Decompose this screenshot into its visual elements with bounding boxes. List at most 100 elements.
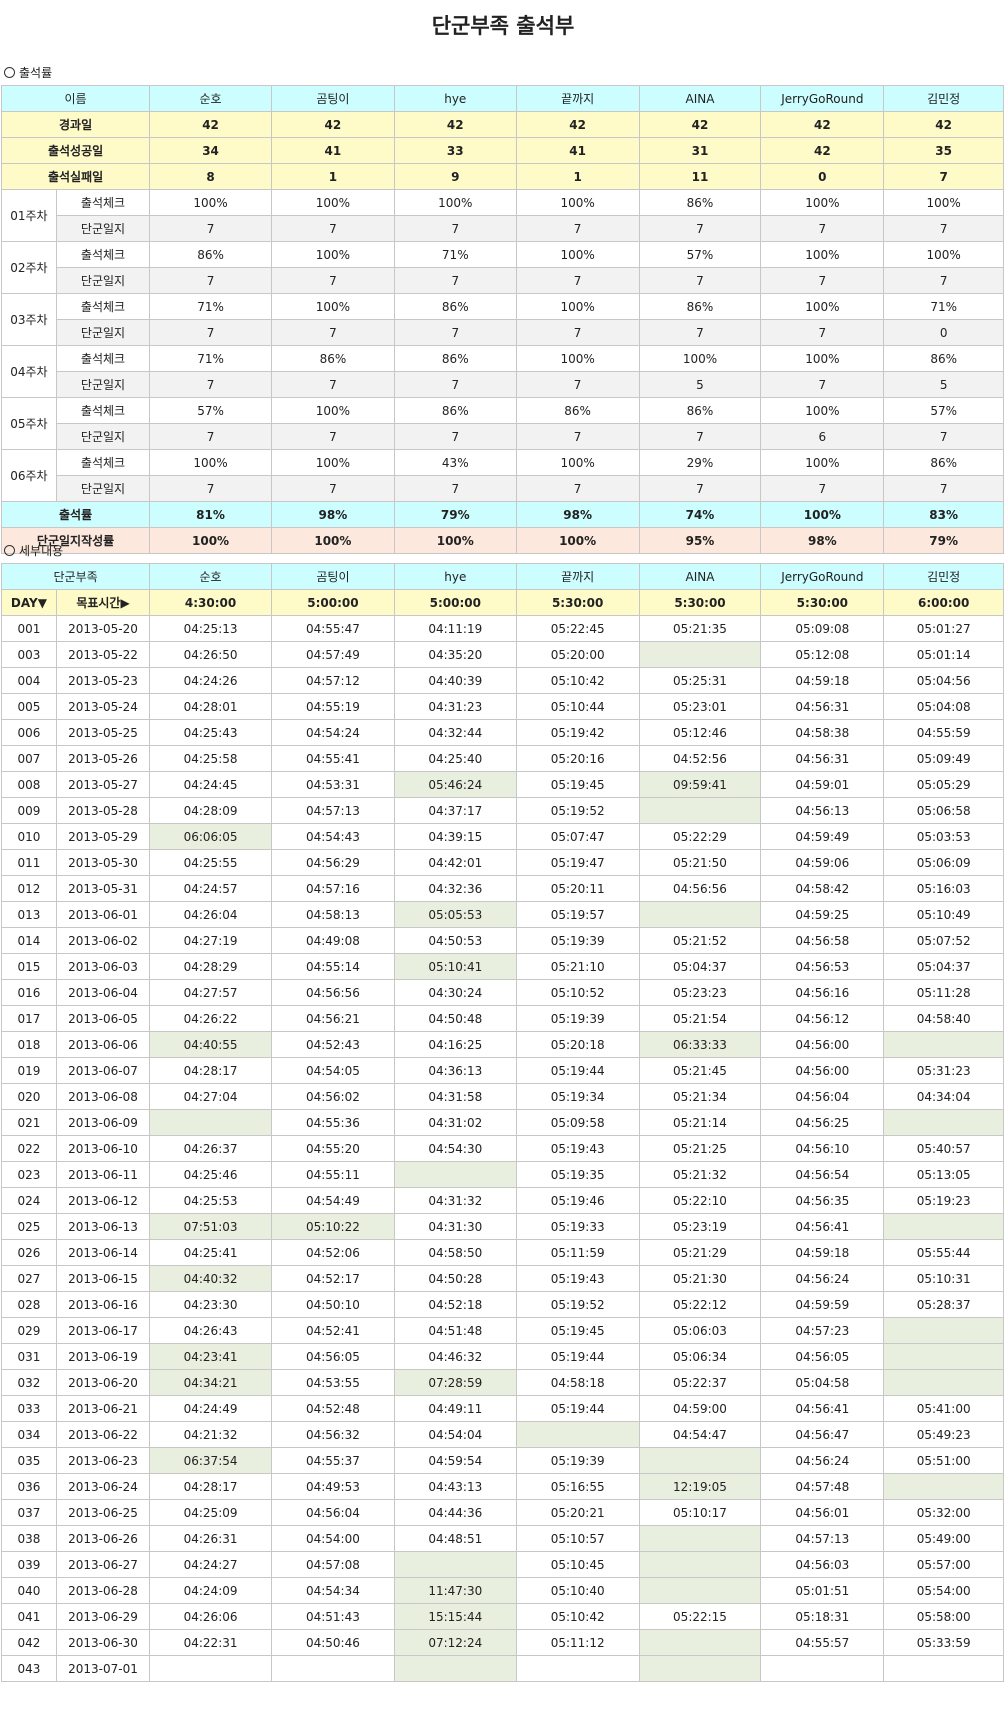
wake-time-cell: 05:21:30 xyxy=(638,1265,762,1292)
day-row: 032 2013-06-20 04:34:21 04:53:55 07:28:59 04:… xyxy=(1,1369,1004,1396)
wake-time-cell: 04:54:00 xyxy=(270,1525,395,1552)
wake-time-cell: 05:06:09 xyxy=(883,849,1004,876)
wake-time-cell: 06:37:54 xyxy=(149,1447,272,1474)
journal-value-cell: 7 xyxy=(393,475,517,502)
wake-time-cell: 04:28:09 xyxy=(149,797,272,824)
wake-time-cell: 05:21:52 xyxy=(638,927,762,954)
day-number-cell: 020 xyxy=(1,1083,57,1110)
wake-time-cell xyxy=(638,1447,762,1474)
row-label-cell: 경과일 xyxy=(0,111,151,138)
check-value-cell: 100% xyxy=(270,449,395,476)
date-cell: 2013-06-30 xyxy=(55,1629,151,1656)
wake-time-cell: 04:34:04 xyxy=(883,1083,1004,1110)
check-label-cell: 출석체크 xyxy=(55,397,151,424)
wake-time-cell: 04:59:18 xyxy=(760,667,885,694)
attendance-rate-row: 출석률 81% 98% 79% 98% 74% 100% 83% xyxy=(0,501,1004,528)
date-cell: 2013-06-14 xyxy=(55,1239,151,1266)
day-row: 020 2013-06-08 04:27:04 04:56:02 04:31:58 05:… xyxy=(1,1083,1004,1110)
wake-time-cell: 04:50:10 xyxy=(270,1291,395,1318)
journal-value-cell: 7 xyxy=(149,475,272,502)
day-row: 021 2013-06-09 04:55:36 04:31:02 05:09:58 05:… xyxy=(1,1109,1004,1136)
week-check-row: 04주차 출석체크 71% 86% 86% 100% 100% 100% 86% xyxy=(1,345,1004,398)
wake-time-cell: 04:25:43 xyxy=(149,719,272,746)
wake-time-cell: 04:56:04 xyxy=(270,1499,395,1526)
check-value-cell: 100% xyxy=(149,189,272,216)
row-label-cell: 출석실패일 xyxy=(0,163,151,190)
wake-time-cell: 04:53:31 xyxy=(270,771,395,798)
date-cell: 2013-05-28 xyxy=(55,797,151,824)
wake-time-cell: 04:40:32 xyxy=(149,1265,272,1292)
date-cell: 2013-05-26 xyxy=(55,745,151,772)
member-name-cell: JerryGoRound xyxy=(760,563,885,590)
day-row: 008 2013-05-27 04:24:45 04:53:31 05:46:24 05:… xyxy=(1,771,1004,798)
day-row: 009 2013-05-28 04:28:09 04:57:13 04:37:17 05:… xyxy=(1,797,1004,824)
value-cell: 41 xyxy=(515,137,640,164)
wake-time-cell: 04:56:41 xyxy=(760,1395,885,1422)
check-value-cell: 86% xyxy=(638,397,762,424)
wake-time-cell: 04:54:49 xyxy=(270,1187,395,1214)
journal-label-cell: 단군일지 xyxy=(55,423,151,450)
date-cell: 2013-06-21 xyxy=(55,1395,151,1422)
value-cell: 11 xyxy=(638,163,762,190)
date-cell: 2013-06-13 xyxy=(55,1213,151,1240)
day-number-cell: 021 xyxy=(1,1109,57,1136)
wake-time-cell: 04:31:58 xyxy=(393,1083,517,1110)
day-number-cell: 018 xyxy=(1,1031,57,1058)
check-value-cell: 43% xyxy=(393,449,517,476)
journal-value-cell: 7 xyxy=(760,319,885,346)
day-row: 026 2013-06-14 04:25:41 04:52:06 04:58:50 05:… xyxy=(1,1239,1004,1266)
wake-time-cell: 04:56:47 xyxy=(760,1421,885,1448)
check-value-cell: 100% xyxy=(393,189,517,216)
wake-time-cell: 04:58:40 xyxy=(883,1005,1004,1032)
wake-time-cell: 05:19:34 xyxy=(515,1083,640,1110)
wake-time-cell: 05:05:29 xyxy=(883,771,1004,798)
wake-time-cell: 04:30:24 xyxy=(393,979,517,1006)
date-cell: 2013-05-31 xyxy=(55,875,151,902)
wake-time-cell: 05:20:16 xyxy=(515,745,640,772)
value-cell: 9 xyxy=(393,163,517,190)
date-cell: 2013-06-27 xyxy=(55,1551,151,1578)
wake-time-cell: 05:31:23 xyxy=(883,1057,1004,1084)
wake-time-cell: 05:10:17 xyxy=(638,1499,762,1526)
date-cell: 2013-06-29 xyxy=(55,1603,151,1630)
date-cell: 2013-05-22 xyxy=(55,641,151,668)
wake-time-cell: 11:47:30 xyxy=(393,1577,517,1604)
day-row: 015 2013-06-03 04:28:29 04:55:14 05:10:41 05:… xyxy=(1,953,1004,980)
wake-time-cell xyxy=(270,1655,395,1682)
section-detail-heading: 세부내용 xyxy=(4,542,63,560)
check-value-cell: 100% xyxy=(515,449,640,476)
wake-time-cell: 04:56:56 xyxy=(638,875,762,902)
journal-value-cell: 7 xyxy=(393,215,517,242)
wake-time-cell: 05:19:33 xyxy=(515,1213,640,1240)
wake-time-cell: 04:57:12 xyxy=(270,667,395,694)
date-cell: 2013-06-09 xyxy=(55,1109,151,1136)
date-cell: 2013-06-08 xyxy=(55,1083,151,1110)
wake-time-cell: 04:24:27 xyxy=(149,1551,272,1578)
wake-time-cell xyxy=(638,641,762,668)
date-cell: 2013-06-22 xyxy=(55,1421,151,1448)
wake-time-cell: 04:57:23 xyxy=(760,1317,885,1344)
day-row: 040 2013-06-28 04:24:09 04:54:34 11:47:30 05:… xyxy=(1,1577,1004,1604)
day-number-cell: 036 xyxy=(1,1473,57,1500)
wake-time-cell: 04:26:43 xyxy=(149,1317,272,1344)
journal-value-cell: 7 xyxy=(393,423,517,450)
journal-label-cell: 단군일지 xyxy=(55,475,151,502)
journal-value-cell: 7 xyxy=(515,215,640,242)
wake-time-cell: 04:55:14 xyxy=(270,953,395,980)
check-value-cell: 100% xyxy=(883,189,1004,216)
wake-time-cell: 04:56:02 xyxy=(270,1083,395,1110)
day-number-cell: 040 xyxy=(1,1577,57,1604)
check-value-cell: 86% xyxy=(393,397,517,424)
member-name-cell: 김민정 xyxy=(883,563,1004,590)
wake-time-cell: 04:56:35 xyxy=(760,1187,885,1214)
wake-time-cell: 04:31:30 xyxy=(393,1213,517,1240)
week-journal-row: 단군일지 7 7 7 7 7 7 7 xyxy=(2,475,1004,502)
wake-time-cell: 05:19:45 xyxy=(515,771,640,798)
wake-time-cell: 05:13:05 xyxy=(883,1161,1004,1188)
date-cell: 2013-06-04 xyxy=(55,979,151,1006)
wake-time-cell xyxy=(883,1317,1004,1344)
value-cell: 8 xyxy=(149,163,272,190)
wake-time-cell: 05:25:31 xyxy=(638,667,762,694)
wake-time-cell: 04:16:25 xyxy=(393,1031,517,1058)
value-cell: 42 xyxy=(515,111,640,138)
